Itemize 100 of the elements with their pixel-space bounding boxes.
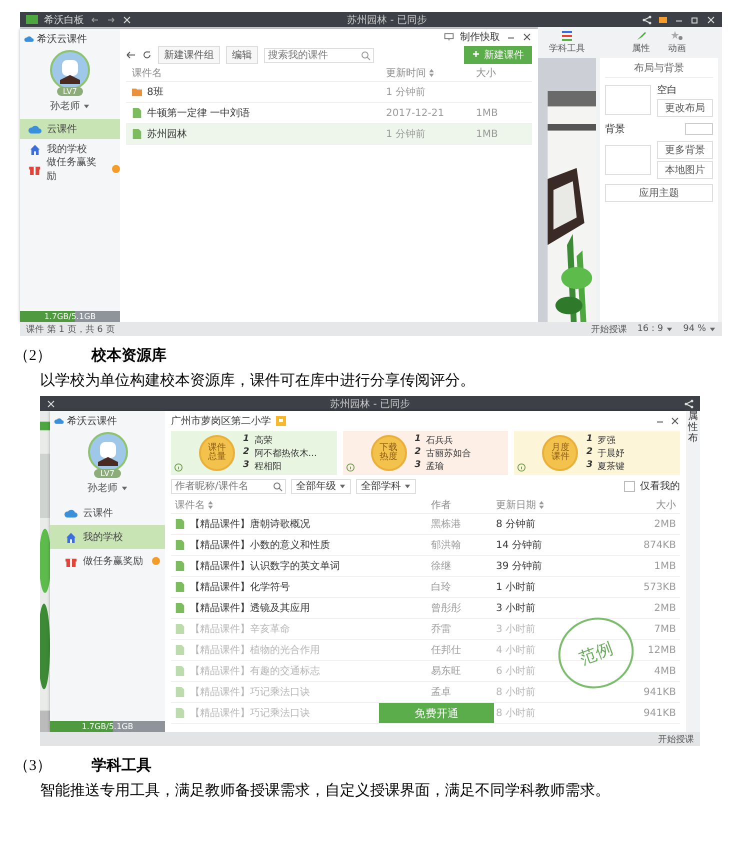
properties-tab[interactable]: 属性 [688,411,698,433]
close-icon[interactable] [522,32,532,42]
nav-item[interactable]: 云课件 [50,501,165,525]
file-icon [175,666,185,676]
apply-theme-button[interactable]: 应用主题 [605,184,713,202]
rank-number: 1 [586,434,593,446]
flag-icon [276,416,286,426]
avatar-icon[interactable] [88,432,128,472]
caret-icon[interactable] [120,484,128,492]
capture-link[interactable]: 制作快取 [460,30,500,44]
column-header[interactable]: 更新时间 [386,66,426,80]
help-icon[interactable] [174,463,183,472]
updated-date: 6 小时前 [496,664,537,678]
help-icon[interactable] [346,463,355,472]
author-name: 黑栋港 [431,518,462,531]
stars-icon [671,30,683,42]
filter-dropdown[interactable]: 全部年级 [291,478,351,494]
courseware-row[interactable]: 苏州园林 1 分钟前 1MB [126,124,532,145]
column-header[interactable]: 大小 [476,66,496,80]
updated-date: 3 小时前 [496,622,537,636]
search-icon [361,50,371,60]
rank-number: 3 [586,460,593,472]
rank-number: 1 [414,434,421,446]
more-backgrounds-button[interactable]: 更多背景 [657,141,713,159]
subject-tools-button[interactable]: 学科工具 [538,27,596,58]
sort-icon[interactable] [429,69,434,77]
file-icon [132,129,142,139]
new-group-button[interactable]: 新建课件组 [158,46,220,64]
color-picker[interactable] [685,123,713,135]
undo-icon[interactable] [90,14,100,24]
scissors-icon[interactable] [122,14,132,24]
column-header[interactable]: 课件名 [175,498,205,512]
author-name: 曾彤彤 [431,602,462,615]
cloud-icon [54,416,64,426]
background-thumbnail[interactable] [605,145,651,175]
document-title[interactable]: 苏州园林 - 已同步 [330,396,410,410]
nav-item[interactable]: 做任务赢奖励 [50,549,165,573]
courseware-name[interactable]: 【精品课件】小数的意义和性质 [190,538,330,552]
user-name[interactable]: 孙老师 [50,99,80,113]
share-icon[interactable] [642,14,652,24]
nav-item[interactable]: 做任务赢奖励 [20,159,120,179]
author-name: 孟卓 [431,686,452,699]
column-header[interactable]: 课件名 [132,66,162,80]
close-icon[interactable] [670,416,680,426]
section-text: 以学校为单位构建校本资源库，课件可在库中进行分享传阅评分。 [40,371,476,390]
column-header[interactable]: 大小 [656,498,676,512]
courseware-row[interactable]: 8班 1 分钟前 [126,82,532,103]
file-size: 941KB [643,708,676,718]
courseware-name[interactable]: 【精品课件】认识数字的英文单词 [190,559,340,573]
file-size: 1MB [476,108,499,118]
updated-time: 1 分钟前 [386,86,427,99]
level-badge: LV7 [94,469,121,478]
search-field[interactable]: 作者昵称/课件名 [171,478,286,494]
checkbox[interactable] [624,480,635,492]
local-image-button[interactable]: 本地图片 [657,161,713,179]
nav-item[interactable]: 云课件 [20,119,120,139]
start-lesson-button[interactable]: 开始授课 [658,732,694,746]
avatar-icon[interactable] [50,50,90,90]
start-lesson-button[interactable]: 开始授课 [591,322,628,336]
courseware-name[interactable]: 【精品课件】化学符号 [190,580,290,594]
restore-icon[interactable] [690,14,700,24]
section-heading: 校本资源库 [92,346,166,365]
file-size: 2MB [654,518,676,530]
panel-title: 布局与背景 [605,61,713,78]
search-field[interactable]: 搜索我的课件 [264,48,374,62]
sort-icon[interactable] [208,501,213,509]
caret-icon[interactable] [83,102,90,110]
courseware-name[interactable]: 【精品课件】透镜及其应用 [190,601,310,615]
nav-item[interactable]: 我的学校 [50,525,165,549]
zoom-dropdown[interactable]: 94 % [683,324,706,334]
section-text: 智能推送专用工具，满足教师备授课需求，自定义授课界面，满足不同学科教师需求。 [40,781,611,800]
document-title[interactable]: 苏州园林 - 已同步 [347,12,427,26]
file-icon [132,108,142,118]
sort-icon[interactable] [539,501,544,509]
help-icon[interactable] [517,463,526,472]
share-icon[interactable] [684,398,694,408]
ratio-dropdown[interactable]: 16 : 9 [637,324,664,334]
updated-date: 1 小时前 [496,580,537,594]
file-icon [175,687,185,697]
brand-name: 希沃云课件 [37,32,87,46]
filter-dropdown[interactable]: 全部学科 [356,478,416,494]
column-header[interactable]: 作者 [431,498,451,512]
badge-icon[interactable] [658,14,668,24]
column-header[interactable]: 更新日期 [496,498,536,512]
back-icon[interactable] [126,50,136,60]
refresh-icon[interactable] [142,50,152,60]
layout-thumbnail[interactable] [605,85,651,115]
checkbox-label[interactable]: 仅看我的 [640,479,680,493]
scissors-icon[interactable] [46,398,56,408]
updated-date: 39 分钟前 [496,560,543,573]
change-layout-button[interactable]: 更改布局 [657,99,713,117]
redo-icon[interactable] [106,14,116,24]
caret-icon[interactable] [666,326,674,332]
courseware-name[interactable]: 【精品课件】唐朝诗歌概况 [190,517,310,531]
user-name[interactable]: 孙老师 [88,481,118,495]
edit-button[interactable]: 编辑 [226,46,258,64]
cloud-icon [24,34,34,44]
caret-icon[interactable] [709,326,716,332]
app-name: 希沃白板 [44,14,84,26]
file-icon [175,561,185,571]
